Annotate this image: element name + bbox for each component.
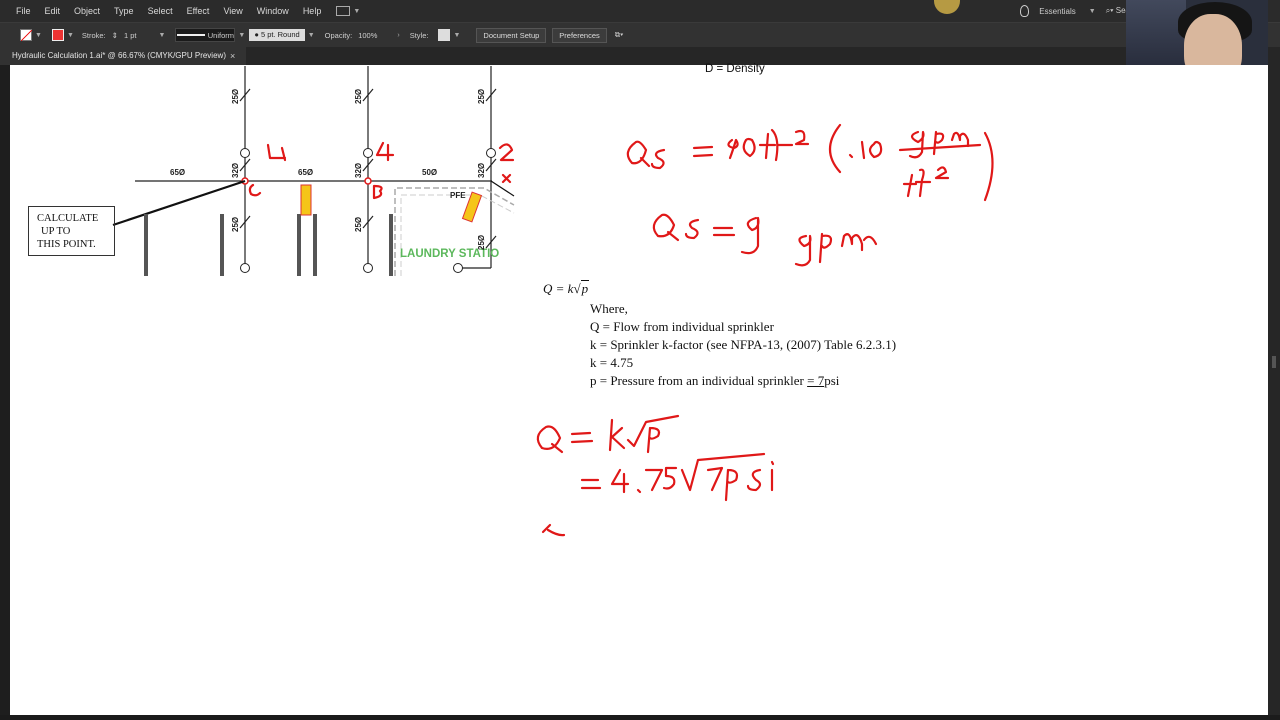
node-marker: [364, 177, 372, 185]
pipe-size-label: 25Ø: [354, 88, 363, 104]
definition-line: p = Pressure from an individual sprinkle…: [590, 372, 896, 390]
pressure-unit: psi: [824, 373, 840, 388]
definition-line: k = Sprinkler k-factor (see NFPA-13, (20…: [590, 337, 897, 352]
density-label: D = Density: [705, 63, 765, 75]
sprinkler-head: [486, 148, 496, 158]
pipe-size-label: 65Ø: [298, 168, 314, 177]
callout-arrow: [112, 179, 246, 227]
definition-line: Where,: [590, 301, 628, 316]
sprinkler-flow-formula: Q = k√p: [543, 280, 590, 297]
sprinkler-head: [363, 148, 373, 158]
pressure-prefix: p = Pressure from an individual sprinkle…: [590, 373, 808, 388]
callout-line: THIS POINT.: [37, 239, 96, 250]
formula-lhs: Q = k: [543, 281, 574, 296]
sprinkler-head: [453, 263, 463, 273]
pipe-size-label: 50Ø: [422, 168, 438, 177]
formula-radicand: p: [580, 280, 590, 296]
sprinkler-head: [363, 263, 373, 273]
radical-sign: √: [573, 281, 581, 296]
sprinkler-head: [240, 263, 250, 273]
callout-line: CALCULATE: [37, 213, 99, 224]
pipe-size-label: 32Ø: [354, 162, 363, 178]
calculate-callout-box: CALCULATE UP TO THIS POINT.: [28, 206, 115, 256]
pipe-size-label: 65Ø: [170, 168, 186, 177]
pipe-size-label: 32Ø: [477, 162, 486, 178]
pressure-value: = 7: [807, 373, 825, 388]
pfe-label: PFE: [450, 191, 466, 200]
exit-pipe: [490, 180, 515, 197]
pipe-size-label: 25Ø: [477, 88, 486, 104]
definition-line: Q = Flow from individual sprinkler: [590, 319, 774, 334]
sprinkler-head: [240, 148, 250, 158]
laundry-outline: [394, 187, 515, 276]
callout-line: UP TO: [41, 226, 71, 237]
pipe-size-label: 25Ø: [231, 88, 240, 104]
formula-definitions: Where, Q = Flow from individual sprinkle…: [590, 300, 896, 390]
definition-line: k = 4.75: [590, 355, 634, 370]
pipe-size-label: 25Ø: [231, 216, 240, 232]
pipe-size-label: 25Ø: [354, 216, 363, 232]
pipe-size-label: 32Ø: [231, 162, 240, 178]
pfe-block: [300, 184, 312, 216]
pipe-size-label: 25Ø: [477, 234, 486, 250]
